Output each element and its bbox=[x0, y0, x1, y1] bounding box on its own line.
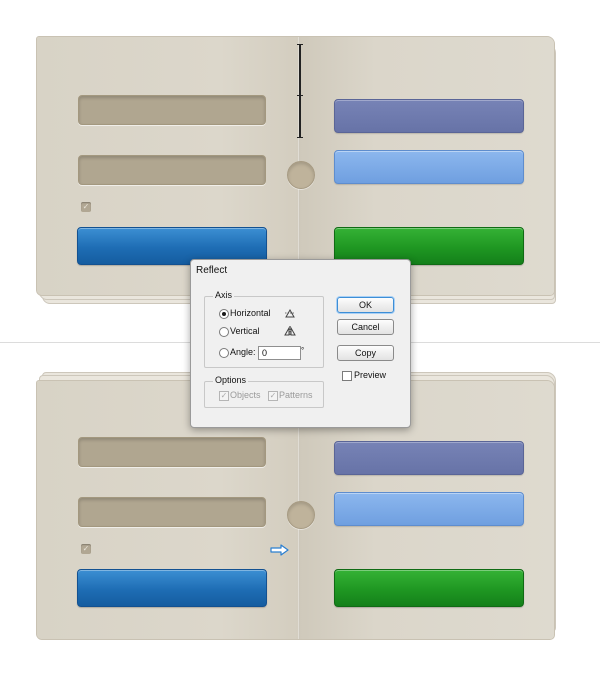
arrow-right-icon bbox=[270, 544, 289, 556]
reflect-horizontal-icon bbox=[285, 308, 295, 318]
patterns-label: Patterns bbox=[279, 390, 313, 400]
angle-radio[interactable] bbox=[219, 348, 229, 358]
preview-checkbox[interactable] bbox=[342, 371, 352, 381]
text-input-well[interactable] bbox=[78, 95, 266, 125]
copy-button[interactable]: Copy bbox=[337, 345, 394, 361]
text-input-well[interactable] bbox=[78, 155, 266, 185]
round-knob[interactable] bbox=[287, 161, 315, 189]
slate-button[interactable] bbox=[334, 441, 524, 475]
slate-button[interactable] bbox=[334, 99, 524, 133]
reflect-dialog: Reflect Axis Horizontal Vertical Angle: … bbox=[190, 259, 411, 428]
options-group-label: Options bbox=[213, 375, 249, 385]
vertical-label: Vertical bbox=[230, 326, 260, 336]
objects-checkbox[interactable]: ✓ bbox=[219, 391, 229, 401]
paper-front-sheet: ✓ bbox=[36, 36, 555, 296]
guide-mid-tick bbox=[297, 95, 303, 96]
mini-checkbox[interactable]: ✓ bbox=[81, 202, 91, 212]
text-input-well[interactable] bbox=[78, 497, 266, 527]
vertical-guide-line[interactable] bbox=[299, 44, 301, 138]
angle-unit: ° bbox=[301, 346, 305, 355]
cancel-button[interactable]: Cancel bbox=[337, 319, 394, 335]
sky-blue-button[interactable] bbox=[334, 150, 524, 184]
horizontal-label: Horizontal bbox=[230, 308, 271, 318]
guide-bottom-cap bbox=[297, 137, 303, 138]
ok-button[interactable]: OK bbox=[337, 297, 394, 313]
reflect-vertical-icon bbox=[284, 326, 296, 336]
blue-button[interactable] bbox=[77, 569, 267, 607]
guide-top-cap bbox=[297, 44, 303, 45]
text-input-well[interactable] bbox=[78, 437, 266, 467]
objects-label: Objects bbox=[230, 390, 261, 400]
patterns-checkbox[interactable]: ✓ bbox=[268, 391, 278, 401]
preview-label: Preview bbox=[354, 370, 387, 380]
green-button[interactable] bbox=[334, 569, 524, 607]
sky-blue-button[interactable] bbox=[334, 492, 524, 526]
vertical-radio[interactable] bbox=[219, 327, 229, 337]
round-knob[interactable] bbox=[287, 501, 315, 529]
angle-label: Angle: bbox=[230, 347, 256, 357]
dialog-title: Reflect bbox=[196, 265, 228, 276]
axis-group-label: Axis bbox=[213, 290, 235, 300]
horizontal-radio[interactable] bbox=[219, 309, 229, 319]
mini-checkbox[interactable]: ✓ bbox=[81, 544, 91, 554]
angle-input[interactable]: 0 bbox=[258, 346, 301, 360]
